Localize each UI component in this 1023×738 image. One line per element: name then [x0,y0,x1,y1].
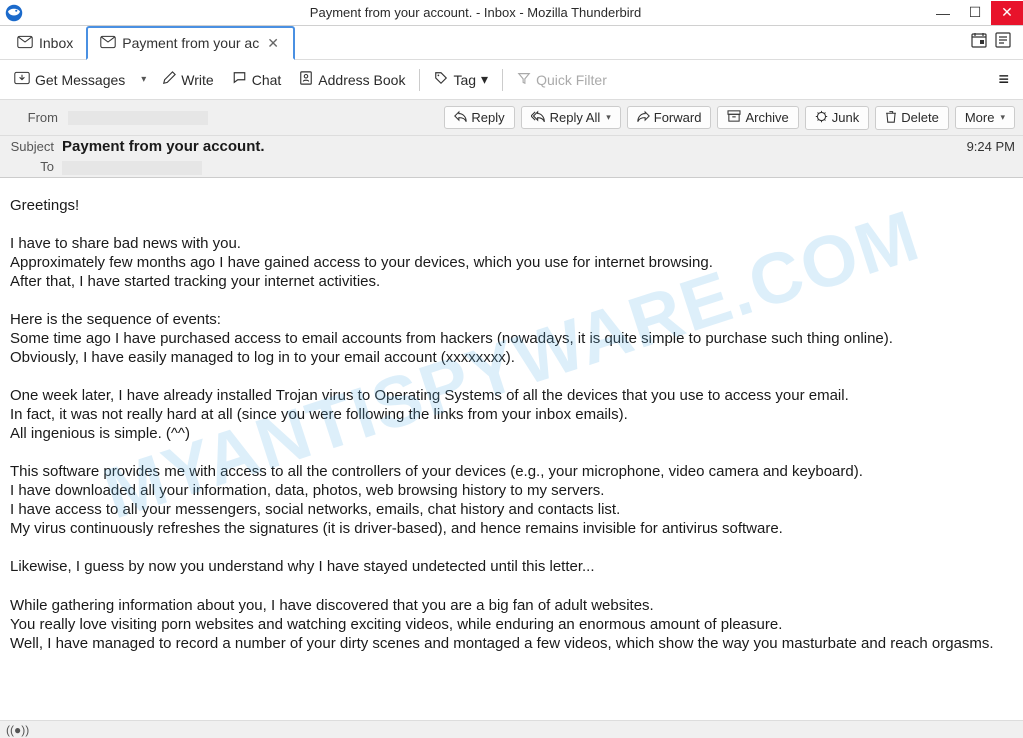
maximize-button[interactable]: ☐ [959,1,991,25]
archive-label: Archive [745,110,788,125]
from-value [68,110,438,126]
address-book-label: Address Book [318,72,405,88]
inbox-icon [17,35,33,52]
message-time: 9:24 PM [967,139,1015,154]
chevron-down-icon: ▾ [606,112,611,123]
get-messages-button[interactable]: Get Messages [6,67,133,92]
subject-row: Subject Payment from your account. 9:24 … [0,136,1023,157]
from-label: From [8,110,62,125]
separator [502,69,503,91]
header-actionbar: From Reply Reply All ▾ Forward Archive J… [0,100,1023,136]
address-book-button[interactable]: Address Book [291,67,413,92]
forward-button[interactable]: Forward [627,106,712,129]
tag-button[interactable]: Tag ▾ [426,67,496,92]
close-window-button[interactable]: ✕ [991,1,1023,25]
chevron-down-icon: ▾ [1000,112,1005,123]
tab-inbox-label: Inbox [39,35,73,51]
write-label: Write [181,72,213,88]
reply-label: Reply [471,110,504,125]
more-label: More [965,110,995,125]
get-messages-label: Get Messages [35,72,125,88]
tab-message[interactable]: Payment from your ac ✕ [86,26,295,60]
to-value [62,159,202,175]
delete-button[interactable]: Delete [875,106,949,130]
tag-label: Tag [453,72,476,88]
reply-all-label: Reply All [550,110,601,125]
archive-button[interactable]: Archive [717,106,798,129]
address-book-icon [299,71,313,88]
tasks-icon[interactable] [995,32,1011,53]
junk-icon [815,110,828,126]
delete-label: Delete [901,110,939,125]
junk-label: Junk [832,110,859,125]
forward-icon [637,110,650,125]
chevron-down-icon: ▾ [481,71,488,88]
forward-label: Forward [654,110,702,125]
statusbar: ((●)) [0,720,1023,738]
filter-icon [517,71,531,88]
reply-button[interactable]: Reply [444,106,514,129]
junk-button[interactable]: Junk [805,106,869,130]
chat-button[interactable]: Chat [224,67,290,92]
chat-label: Chat [252,72,282,88]
archive-icon [727,110,741,125]
quick-filter-button[interactable]: Quick Filter [509,67,615,92]
main-toolbar: Get Messages ▾ Write Chat Address Book T… [0,60,1023,100]
separator [419,69,420,91]
window-buttons: — ☐ ✕ [927,1,1023,25]
tabbar: Inbox Payment from your ac ✕ [0,26,1023,60]
tag-icon [434,71,448,88]
reply-all-icon [531,110,546,125]
subject-label: Subject [8,139,62,154]
calendar-icon[interactable] [971,32,987,53]
tab-inbox[interactable]: Inbox [4,26,86,59]
quick-filter-label: Quick Filter [536,72,607,88]
activity-icon: ((●)) [6,723,29,737]
get-messages-dropdown[interactable]: ▾ [135,70,152,89]
reply-all-button[interactable]: Reply All ▾ [521,106,621,129]
write-button[interactable]: Write [154,67,221,92]
thunderbird-logo-icon [4,3,24,23]
reply-icon [454,110,467,125]
chat-icon [232,71,247,88]
more-button[interactable]: More ▾ [955,106,1015,129]
app-menu-button[interactable]: ≡ [990,65,1017,94]
pencil-icon [162,71,176,88]
mail-icon [100,35,116,52]
to-row: To [0,157,1023,177]
trash-icon [885,110,897,126]
message-body: Greetings! I have to share bad news with… [0,178,1023,720]
download-icon [14,71,30,88]
minimize-button[interactable]: — [927,1,959,25]
titlebar: Payment from your account. - Inbox - Moz… [0,0,1023,26]
tab-message-label: Payment from your ac [122,35,259,51]
subject-value: Payment from your account. [62,138,967,155]
window-title: Payment from your account. - Inbox - Moz… [24,5,927,20]
close-tab-icon[interactable]: ✕ [265,35,281,52]
to-label: To [8,159,62,174]
